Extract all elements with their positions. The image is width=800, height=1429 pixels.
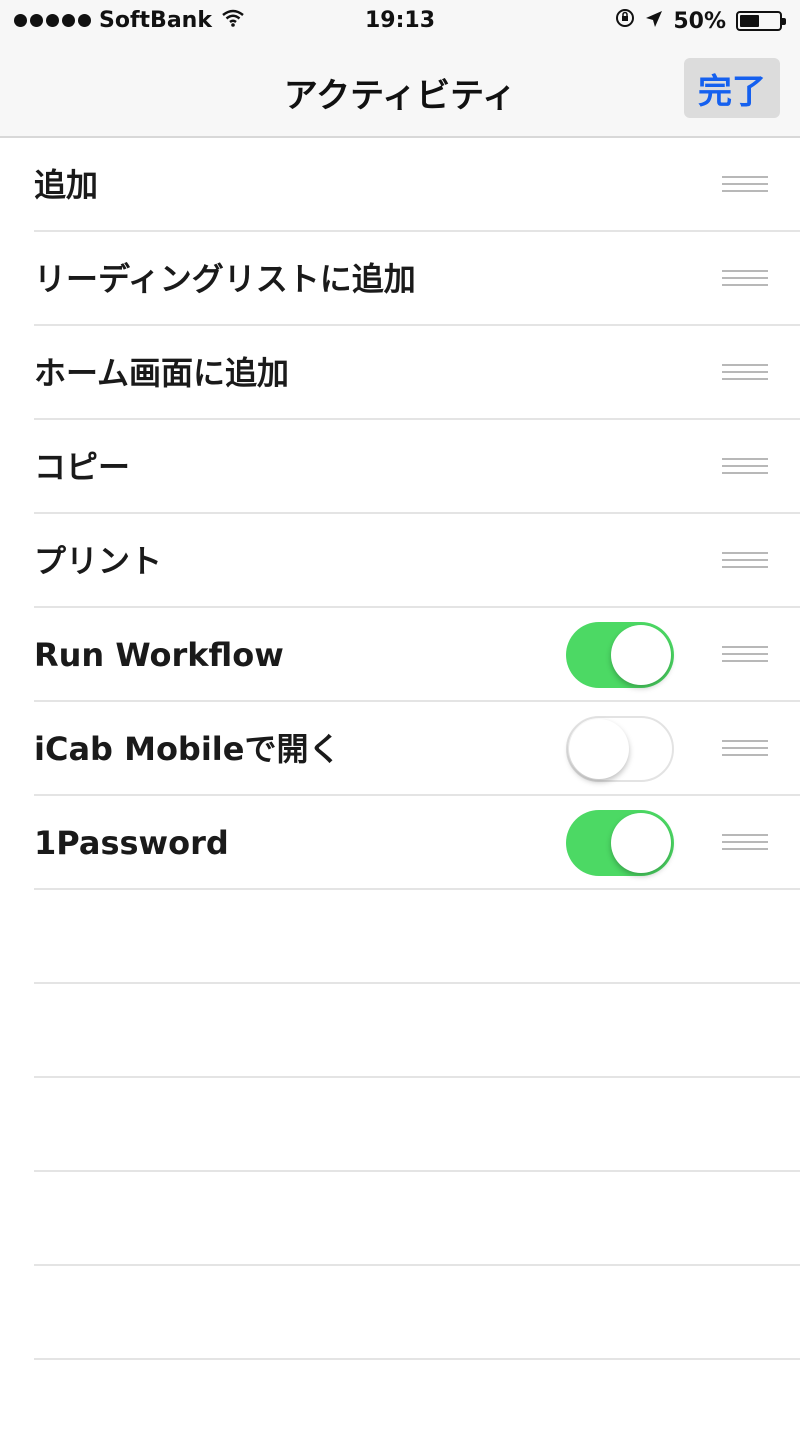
empty-row	[0, 984, 800, 1078]
battery-icon	[736, 11, 786, 31]
battery-percent: 50%	[673, 8, 726, 34]
toggle-knob	[569, 719, 629, 779]
activity-row-icab-mobile: iCab Mobileで開く	[0, 702, 800, 796]
activity-label: 追加	[34, 166, 99, 204]
row-separator	[34, 1358, 800, 1360]
activity-label: ホーム画面に追加	[34, 354, 290, 392]
status-right: 50%	[615, 8, 786, 34]
reorder-handle-icon[interactable]	[722, 458, 768, 478]
activity-row-reading-list: リーディングリストに追加	[0, 232, 800, 326]
1password-toggle[interactable]	[566, 810, 674, 876]
toggle-knob	[611, 813, 671, 873]
reorder-handle-icon[interactable]	[722, 176, 768, 196]
activity-row-home-screen: ホーム画面に追加	[0, 326, 800, 420]
activity-row-copy: コピー	[0, 420, 800, 514]
activity-row-print: プリント	[0, 514, 800, 608]
run-workflow-toggle[interactable]	[566, 622, 674, 688]
empty-row	[0, 1078, 800, 1172]
icab-mobile-toggle[interactable]	[566, 716, 674, 782]
reorder-handle-icon[interactable]	[722, 740, 768, 760]
location-arrow-icon	[645, 9, 663, 34]
toggle-knob	[611, 625, 671, 685]
activities-list: 追加 リーディングリストに追加 ホーム画面に追加 コピー プリント Run Wo…	[0, 138, 800, 1360]
activities-screen: SoftBank 19:13 50% アクティビティ 完了 追加 リーディングリ…	[0, 0, 800, 1429]
reorder-handle-icon[interactable]	[722, 646, 768, 666]
activity-label: リーディングリストに追加	[34, 260, 416, 298]
done-button[interactable]: 完了	[684, 58, 780, 118]
reorder-handle-icon[interactable]	[722, 834, 768, 854]
activity-row-run-workflow: Run Workflow	[0, 608, 800, 702]
empty-row	[0, 1266, 800, 1360]
activity-label: 1Password	[34, 824, 229, 862]
activity-row-add: 追加	[0, 138, 800, 232]
navigation-bar: アクティビティ 完了	[0, 44, 800, 138]
page-title: アクティビティ	[283, 76, 517, 116]
battery-level-fill	[740, 15, 759, 27]
empty-row	[0, 890, 800, 984]
status-bar: SoftBank 19:13 50%	[0, 0, 800, 44]
activity-row-1password: 1Password	[0, 796, 800, 890]
activity-label: iCab Mobileで開く	[34, 730, 341, 768]
empty-row	[0, 1172, 800, 1266]
activity-label: プリント	[34, 542, 163, 580]
reorder-handle-icon[interactable]	[722, 552, 768, 572]
reorder-handle-icon[interactable]	[722, 364, 768, 384]
activity-label: コピー	[34, 448, 131, 486]
rotation-lock-icon	[615, 8, 635, 34]
reorder-handle-icon[interactable]	[722, 270, 768, 290]
activity-label: Run Workflow	[34, 636, 284, 674]
